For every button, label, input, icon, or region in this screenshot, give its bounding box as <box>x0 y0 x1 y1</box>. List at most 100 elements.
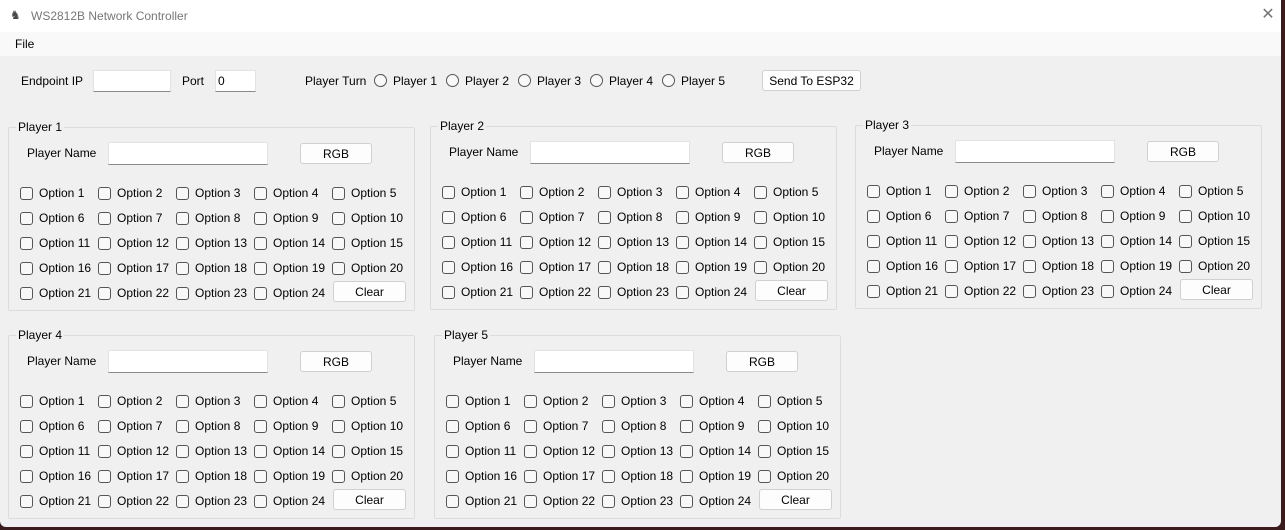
option-checkbox-11[interactable] <box>20 237 33 250</box>
send-to-esp32-button[interactable]: Send To ESP32 <box>762 70 861 91</box>
option-checkbox-12[interactable] <box>520 236 533 249</box>
option-label[interactable]: Option 2 <box>543 394 588 408</box>
player-name-input[interactable] <box>108 142 268 165</box>
option-checkbox-2[interactable] <box>98 395 111 408</box>
option-checkbox-15[interactable] <box>754 236 767 249</box>
player-turn-radio-1[interactable] <box>374 74 387 87</box>
option-checkbox-4[interactable] <box>254 395 267 408</box>
option-checkbox-18[interactable] <box>602 470 615 483</box>
option-label[interactable]: Option 19 <box>273 469 325 483</box>
option-label[interactable]: Option 21 <box>886 284 938 298</box>
option-checkbox-7[interactable] <box>520 211 533 224</box>
option-checkbox-10[interactable] <box>754 211 767 224</box>
option-label[interactable]: Option 6 <box>886 209 931 223</box>
option-checkbox-11[interactable] <box>867 235 880 248</box>
option-checkbox-23[interactable] <box>602 495 615 508</box>
option-label[interactable]: Option 17 <box>117 469 169 483</box>
option-label[interactable]: Option 20 <box>351 261 403 275</box>
option-checkbox-15[interactable] <box>332 445 345 458</box>
option-checkbox-9[interactable] <box>254 420 267 433</box>
option-label[interactable]: Option 8 <box>617 210 662 224</box>
option-checkbox-8[interactable] <box>598 211 611 224</box>
option-checkbox-1[interactable] <box>446 395 459 408</box>
option-checkbox-19[interactable] <box>680 470 693 483</box>
option-label[interactable]: Option 3 <box>1042 184 1087 198</box>
option-checkbox-3[interactable] <box>176 187 189 200</box>
option-label[interactable]: Option 7 <box>543 419 588 433</box>
option-label[interactable]: Option 11 <box>465 444 516 458</box>
player-turn-radio-label[interactable]: Player 4 <box>609 74 653 88</box>
option-checkbox-19[interactable] <box>254 470 267 483</box>
option-label[interactable]: Option 9 <box>695 210 740 224</box>
option-checkbox-2[interactable] <box>520 186 533 199</box>
option-checkbox-3[interactable] <box>1023 185 1036 198</box>
option-checkbox-4[interactable] <box>1101 185 1114 198</box>
option-label[interactable]: Option 22 <box>117 286 169 300</box>
option-checkbox-14[interactable] <box>680 445 693 458</box>
option-label[interactable]: Option 3 <box>195 394 240 408</box>
option-checkbox-17[interactable] <box>524 470 537 483</box>
option-label[interactable]: Option 7 <box>964 209 1009 223</box>
option-checkbox-13[interactable] <box>602 445 615 458</box>
option-label[interactable]: Option 23 <box>195 494 247 508</box>
option-label[interactable]: Option 22 <box>543 494 595 508</box>
option-label[interactable]: Option 18 <box>621 469 673 483</box>
option-label[interactable]: Option 21 <box>461 285 513 299</box>
option-checkbox-18[interactable] <box>598 261 611 274</box>
option-checkbox-13[interactable] <box>1023 235 1036 248</box>
option-label[interactable]: Option 18 <box>1042 259 1094 273</box>
option-checkbox-7[interactable] <box>98 420 111 433</box>
option-label[interactable]: Option 12 <box>539 235 591 249</box>
option-label[interactable]: Option 5 <box>351 186 396 200</box>
option-checkbox-20[interactable] <box>1179 260 1192 273</box>
option-checkbox-6[interactable] <box>446 420 459 433</box>
option-checkbox-3[interactable] <box>602 395 615 408</box>
option-label[interactable]: Option 9 <box>1120 209 1165 223</box>
option-label[interactable]: Option 6 <box>465 419 510 433</box>
option-checkbox-5[interactable] <box>754 186 767 199</box>
option-label[interactable]: Option 13 <box>1042 234 1094 248</box>
clear-button[interactable]: Clear <box>333 281 406 302</box>
option-label[interactable]: Option 22 <box>964 284 1016 298</box>
option-checkbox-23[interactable] <box>598 286 611 299</box>
option-label[interactable]: Option 19 <box>695 260 747 274</box>
option-label[interactable]: Option 23 <box>617 285 669 299</box>
option-checkbox-5[interactable] <box>758 395 771 408</box>
option-label[interactable]: Option 6 <box>39 419 84 433</box>
option-label[interactable]: Option 1 <box>39 394 84 408</box>
clear-button[interactable]: Clear <box>755 280 828 301</box>
option-label[interactable]: Option 16 <box>39 261 91 275</box>
option-label[interactable]: Option 14 <box>699 444 751 458</box>
option-label[interactable]: Option 8 <box>195 419 240 433</box>
option-checkbox-14[interactable] <box>1101 235 1114 248</box>
option-checkbox-20[interactable] <box>332 262 345 275</box>
option-label[interactable]: Option 13 <box>617 235 669 249</box>
option-label[interactable]: Option 1 <box>39 186 84 200</box>
rgb-button[interactable]: RGB <box>300 351 372 372</box>
option-label[interactable]: Option 4 <box>695 185 740 199</box>
option-label[interactable]: Option 8 <box>195 211 240 225</box>
option-checkbox-8[interactable] <box>1023 210 1036 223</box>
option-checkbox-7[interactable] <box>98 212 111 225</box>
option-checkbox-22[interactable] <box>520 286 533 299</box>
option-label[interactable]: Option 4 <box>1120 184 1165 198</box>
option-label[interactable]: Option 10 <box>777 419 829 433</box>
option-checkbox-22[interactable] <box>945 285 958 298</box>
option-checkbox-24[interactable] <box>254 287 267 300</box>
option-checkbox-6[interactable] <box>867 210 880 223</box>
option-label[interactable]: Option 1 <box>461 185 506 199</box>
option-checkbox-24[interactable] <box>680 495 693 508</box>
option-label[interactable]: Option 14 <box>1120 234 1172 248</box>
option-checkbox-3[interactable] <box>176 395 189 408</box>
option-label[interactable]: Option 4 <box>273 186 318 200</box>
option-checkbox-15[interactable] <box>1179 235 1192 248</box>
option-label[interactable]: Option 16 <box>39 469 91 483</box>
option-checkbox-12[interactable] <box>98 445 111 458</box>
option-checkbox-18[interactable] <box>176 470 189 483</box>
option-label[interactable]: Option 10 <box>351 419 403 433</box>
option-label[interactable]: Option 18 <box>195 469 247 483</box>
option-checkbox-17[interactable] <box>945 260 958 273</box>
option-label[interactable]: Option 21 <box>465 494 517 508</box>
option-checkbox-10[interactable] <box>332 420 345 433</box>
option-label[interactable]: Option 12 <box>964 234 1016 248</box>
